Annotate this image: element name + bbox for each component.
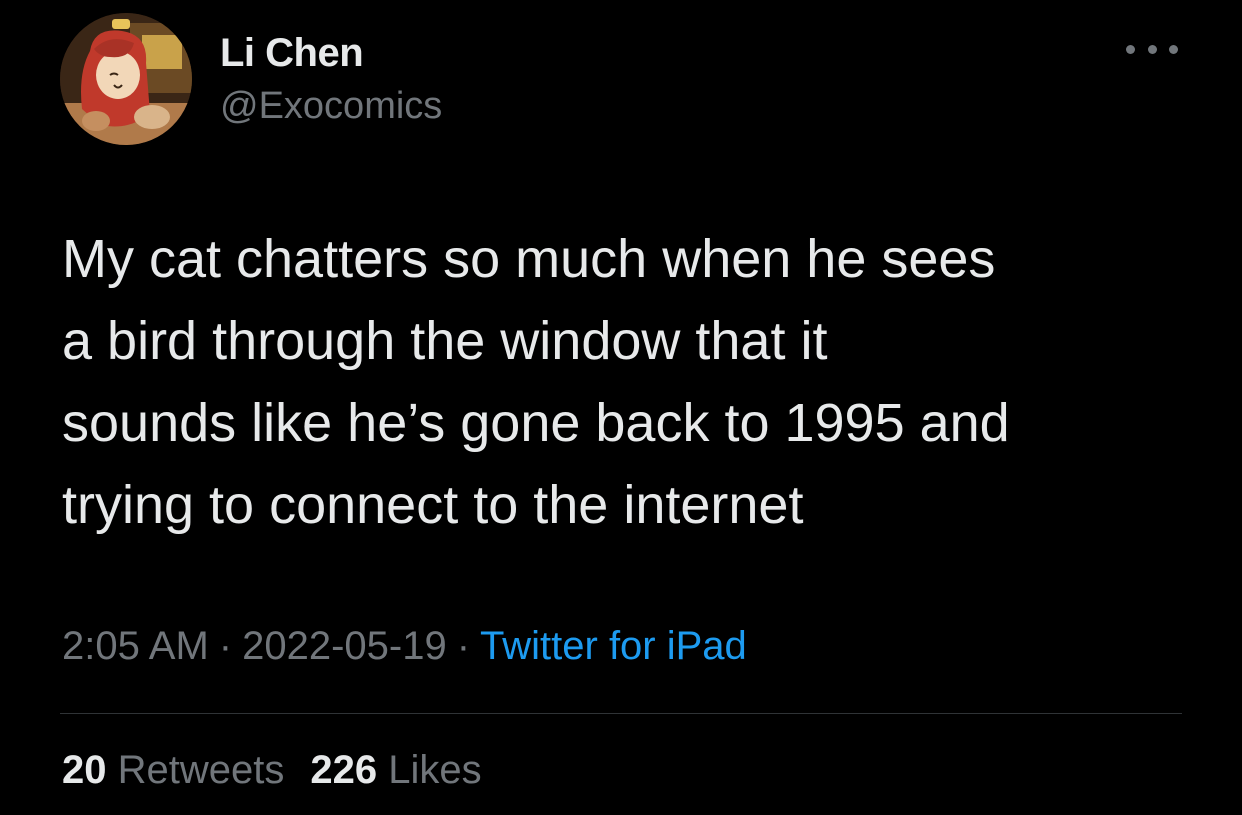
more-dot [1126, 44, 1135, 54]
retweets-label: Retweets [117, 748, 285, 792]
avatar-illustration-icon [60, 13, 192, 145]
more-dot [1169, 44, 1178, 54]
tweet-text: My cat chatters so much when he sees a b… [62, 229, 1010, 535]
more-dot [1147, 44, 1157, 54]
likes-stat[interactable]: 226 Likes [310, 748, 481, 792]
tweet-card: Li Chen @Exocomics My cat chatters so mu… [0, 0, 1242, 815]
likes-label: Likes [388, 748, 482, 792]
retweets-count: 20 [62, 748, 107, 792]
tweet-time[interactable]: 2:05 AM [62, 624, 209, 668]
tweet-source-link[interactable]: Twitter for iPad [480, 624, 747, 668]
meta-separator: · [218, 624, 233, 668]
divider [60, 713, 1182, 714]
tweet-stats: 20 Retweets 226 Likes [62, 748, 482, 793]
meta-separator: · [456, 624, 471, 668]
tweet-meta: 2:05 AM · 2022-05-19 · Twitter for iPad [62, 624, 747, 669]
retweets-stat[interactable]: 20 Retweets [62, 748, 284, 792]
more-options-icon[interactable] [1126, 34, 1178, 64]
avatar[interactable] [60, 13, 192, 145]
tweet-date[interactable]: 2022-05-19 [242, 624, 447, 668]
author-name[interactable]: Li Chen [220, 31, 364, 76]
likes-count: 226 [310, 748, 378, 792]
author-handle[interactable]: @Exocomics [220, 85, 442, 128]
